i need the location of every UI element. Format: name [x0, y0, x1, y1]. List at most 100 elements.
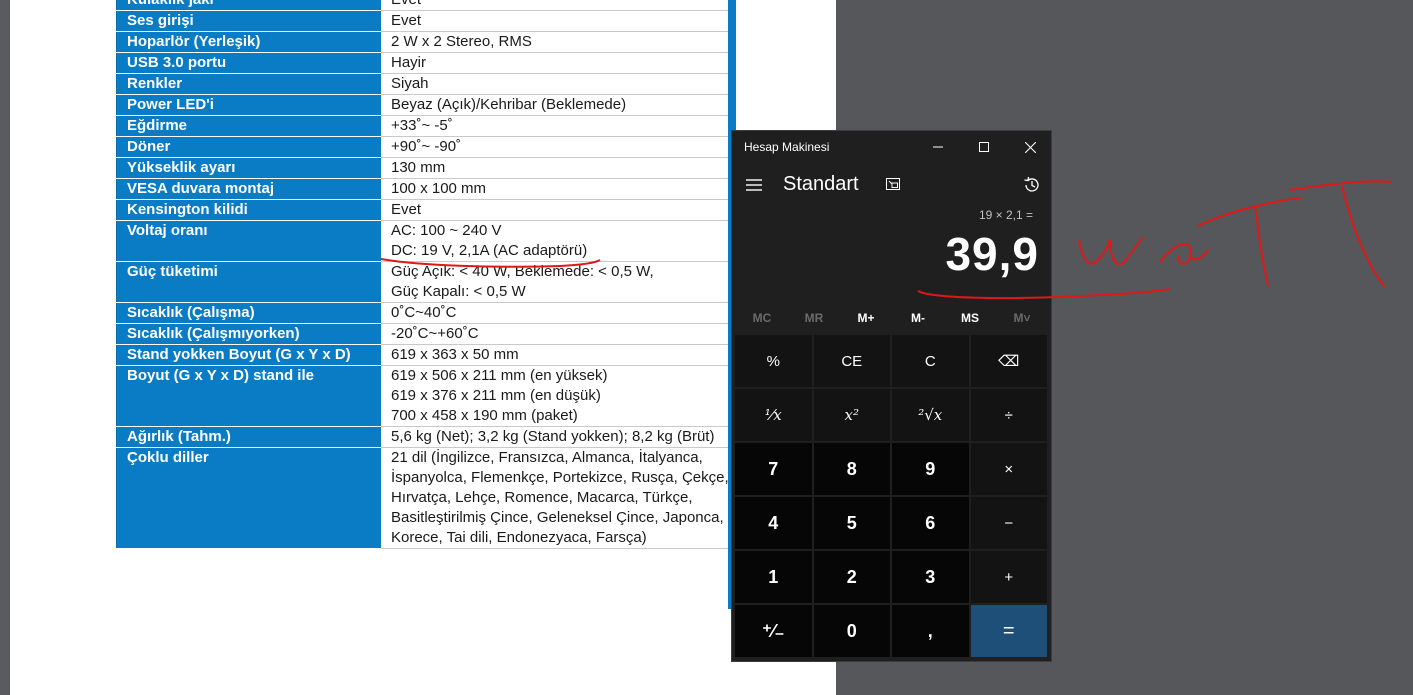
history-button[interactable]	[1020, 173, 1044, 197]
spec-row: Ses girişi Evet	[116, 10, 736, 32]
spec-value: 619 x 363 x 50 mm	[381, 344, 736, 366]
square-button[interactable]: x²	[813, 389, 890, 441]
spec-row: Power LED'i Beyaz (Açık)/Kehribar (Beklem…	[116, 94, 736, 116]
keep-on-top-icon	[886, 178, 900, 190]
spec-value-line: +33˚~ -5˚	[391, 117, 453, 134]
memory-button-mlist[interactable]: M˅	[996, 303, 1048, 333]
spec-value: Evet	[381, 199, 736, 221]
spec-value-line: 21 dil (İngilizce, Fransızca, Almanca, İ…	[391, 449, 729, 546]
spec-row: Stand yokken Boyut (G x Y x D) 619 x 363 …	[116, 344, 736, 366]
multiply-button[interactable]: ×	[970, 443, 1047, 495]
pdf-page: Kulaklık jakı Evet Ses girişi Evet Hoparlör …	[10, 0, 836, 695]
spec-value-line: Beyaz (Açık)/Kehribar (Beklemede)	[391, 96, 627, 113]
digit-0-button[interactable]: 0	[813, 605, 890, 657]
subtract-button[interactable]: −	[970, 497, 1047, 549]
spec-value-line: -20˚C~+60˚C	[391, 325, 479, 342]
spec-value: 21 dil (İngilizce, Fransızca, Almanca, İ…	[381, 447, 736, 549]
digit-6-button[interactable]: 6	[892, 497, 969, 549]
add-button[interactable]: +	[970, 551, 1047, 603]
spec-label: Boyut (G x Y x D) stand ile	[116, 365, 381, 427]
spec-value: 5,6 kg (Net); 3,2 kg (Stand yokken); 8,2…	[381, 426, 736, 448]
backspace-button[interactable]: ⌫	[970, 335, 1047, 387]
negate-button[interactable]: ⁺⁄₋	[735, 605, 812, 657]
result-display: 39,9	[945, 228, 1039, 280]
maximize-button[interactable]	[961, 131, 1007, 163]
spec-row: Sıcaklık (Çalışma) 0˚C~40˚C	[116, 302, 736, 324]
digit-1-button[interactable]: 1	[735, 551, 812, 603]
spec-value-line: 700 x 458 x 190 mm (paket)	[391, 407, 578, 424]
spec-value: +33˚~ -5˚	[381, 115, 736, 137]
spec-value-line: 130 mm	[391, 159, 446, 176]
minimize-icon	[933, 146, 943, 148]
memory-button-mc[interactable]: MC	[736, 303, 788, 333]
memory-button-mr[interactable]: MR	[788, 303, 840, 333]
spec-value-line: Güç Kapalı: < 0,5 W	[391, 283, 526, 300]
hamburger-icon	[746, 179, 762, 191]
spec-value: +90˚~ -90˚	[381, 136, 736, 158]
memory-button-mminus[interactable]: M-	[892, 303, 944, 333]
spec-value: 0˚C~40˚C	[381, 302, 736, 324]
spec-label: Güç tüketimi	[116, 261, 381, 303]
memory-button-mplus[interactable]: M+	[840, 303, 892, 333]
mode-title: Standart	[783, 173, 859, 195]
spec-value-line: Evet	[391, 0, 735, 10]
divide-button[interactable]: ÷	[970, 389, 1047, 441]
spec-label: VESA duvara montaj	[116, 178, 381, 200]
spec-value-line: 5,6 kg (Net); 3,2 kg (Stand yokken); 8,2…	[391, 428, 715, 445]
spec-value: Evet	[381, 10, 736, 32]
spec-value: Güç Açık: < 40 W, Beklemede: < 0,5 W, Güç…	[381, 261, 736, 303]
spec-value-line: 619 x 376 x 211 mm (en düşük)	[391, 387, 601, 404]
digit-2-button[interactable]: 2	[813, 551, 890, 603]
keep-on-top-button[interactable]	[882, 173, 904, 195]
spec-label: Ses girişi	[116, 10, 381, 32]
digit-9-button[interactable]: 9	[892, 443, 969, 495]
spec-row: Voltaj oranı AC: 100 ~ 240 V DC: 19 V, 2,1…	[116, 220, 736, 262]
calculator-window: Hesap Makinesi Standart 19 × 2,1 = 39,9 …	[731, 130, 1052, 662]
equals-button[interactable]: =	[970, 605, 1047, 657]
maximize-icon	[979, 142, 989, 152]
spec-row: Eğdirme +33˚~ -5˚	[116, 115, 736, 137]
calculator-titlebar[interactable]: Hesap Makinesi	[732, 131, 1051, 163]
square-root-button[interactable]: ²√x	[892, 389, 969, 441]
decimal-button[interactable]: ,	[892, 605, 969, 657]
spec-value-line: +90˚~ -90˚	[391, 138, 462, 155]
digit-3-button[interactable]: 3	[892, 551, 969, 603]
spec-row: VESA duvara montaj 100 x 100 mm	[116, 178, 736, 200]
spec-value: Siyah	[381, 73, 736, 95]
spec-row: Renkler Siyah	[116, 73, 736, 95]
spec-value: 619 x 506 x 211 mm (en yüksek) 619 x 376 …	[381, 365, 736, 427]
spec-row: Kensington kilidi Evet	[116, 199, 736, 221]
spec-value-line: 100 x 100 mm	[391, 180, 487, 197]
spec-row: Döner +90˚~ -90˚	[116, 136, 736, 158]
minimize-button[interactable]	[915, 131, 961, 163]
calculator-header: Standart	[732, 167, 1051, 203]
viewer-left-margin	[0, 0, 10, 695]
close-icon	[1024, 141, 1036, 153]
digit-7-button[interactable]: 7	[735, 443, 812, 495]
close-button[interactable]	[1007, 131, 1053, 163]
spec-label: Eğdirme	[116, 115, 381, 137]
window-title: Hesap Makinesi	[744, 140, 830, 154]
spec-value: Beyaz (Açık)/Kehribar (Beklemede)	[381, 94, 736, 116]
percent-button[interactable]: %	[735, 335, 812, 387]
spec-value: AC: 100 ~ 240 V DC: 19 V, 2,1A (AC adaptö…	[381, 220, 736, 262]
digit-5-button[interactable]: 5	[813, 497, 890, 549]
spec-label: Hoparlör (Yerleşik)	[116, 31, 381, 53]
spec-label: Stand yokken Boyut (G x Y x D)	[116, 344, 381, 366]
digit-8-button[interactable]: 8	[813, 443, 890, 495]
spec-row: Ağırlık (Tahm.) 5,6 kg (Net); 3,2 kg (Sta…	[116, 426, 736, 448]
clear-entry-button[interactable]: CE	[813, 335, 890, 387]
memory-button-ms[interactable]: MS	[944, 303, 996, 333]
expression-display: 19 × 2,1 =	[978, 208, 1033, 222]
clear-button[interactable]: C	[892, 335, 969, 387]
spec-row: Sıcaklık (Çalışmıyorken) -20˚C~+60˚C	[116, 323, 736, 345]
reciprocal-button[interactable]: ¹⁄x	[735, 389, 812, 441]
digit-4-button[interactable]: 4	[735, 497, 812, 549]
spec-value: 130 mm	[381, 157, 736, 179]
spec-value-line: 619 x 363 x 50 mm	[391, 346, 519, 363]
spec-label: Yükseklik ayarı	[116, 157, 381, 179]
spec-label: Kulaklık jakı	[116, 0, 381, 11]
navigation-menu-button[interactable]	[740, 171, 768, 199]
spec-value-line: DC: 19 V, 2,1A (AC adaptörü)	[391, 242, 588, 259]
spec-label: Çoklu diller	[116, 447, 381, 549]
